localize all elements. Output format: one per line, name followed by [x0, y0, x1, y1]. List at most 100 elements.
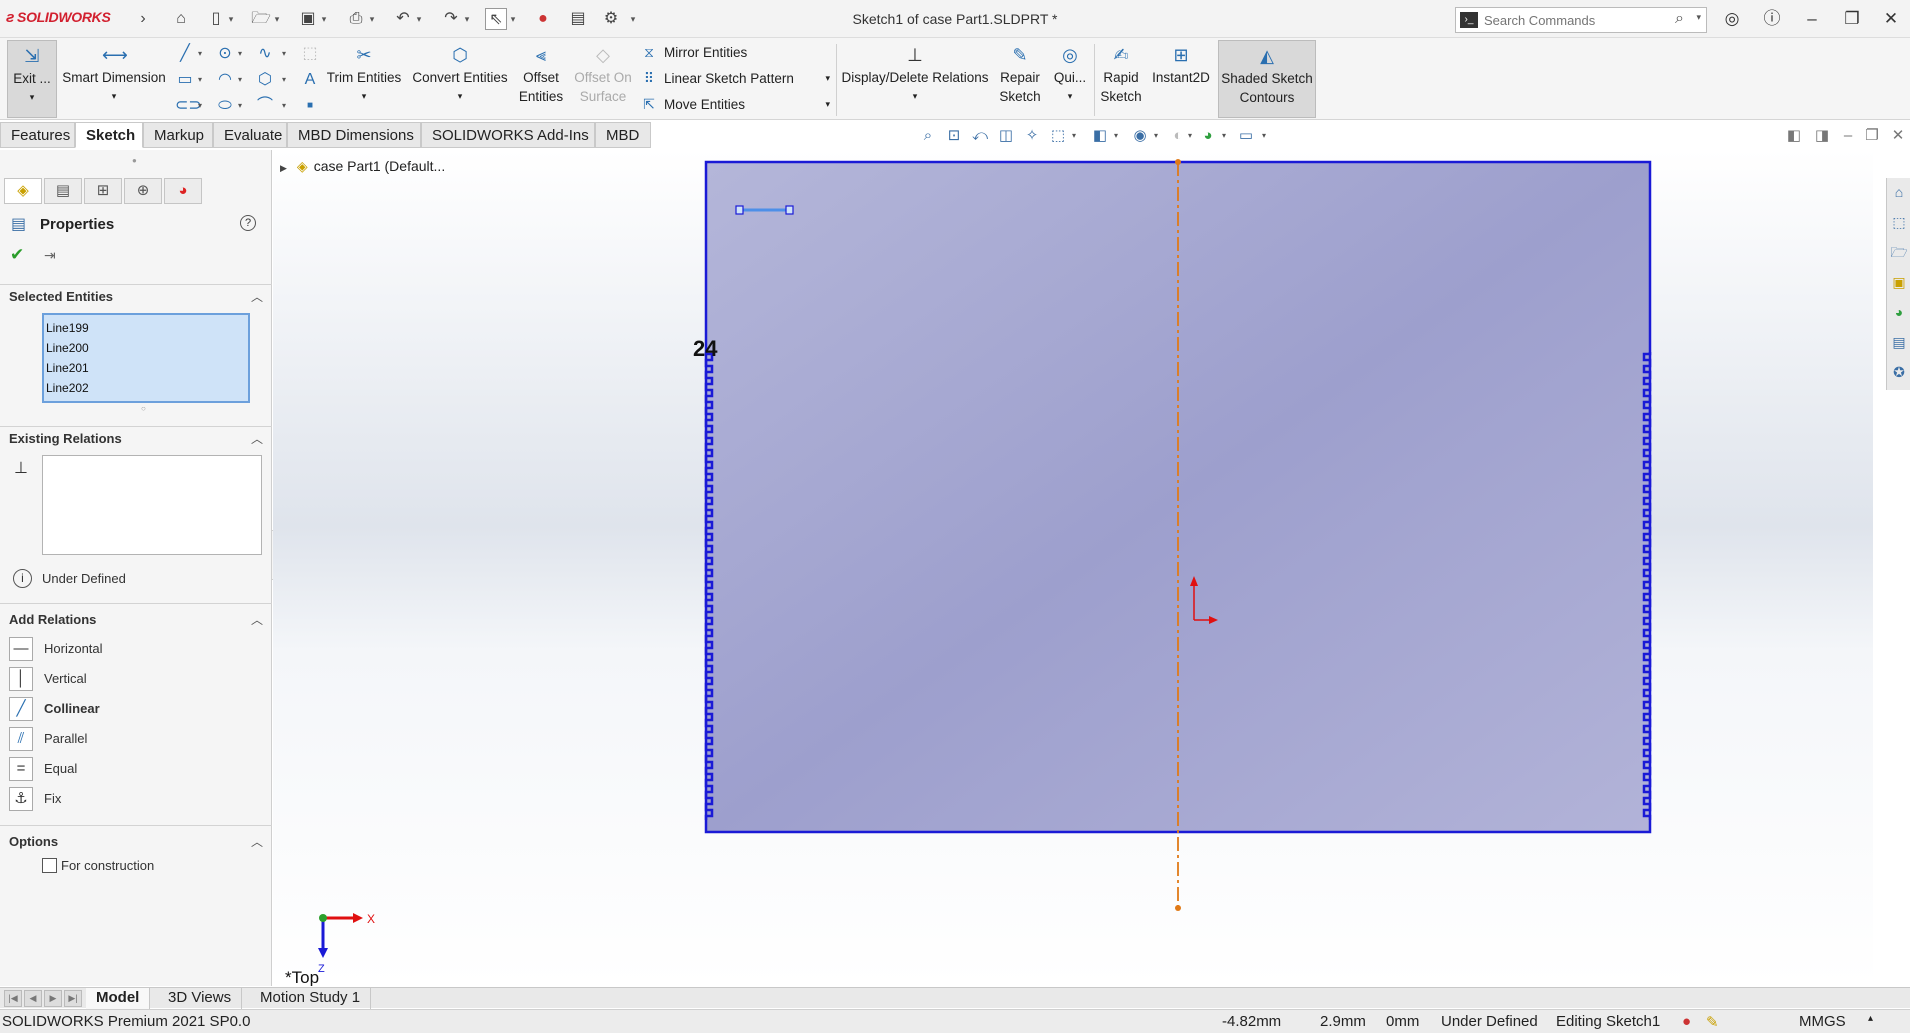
- pattern-dropdown-icon[interactable]: ▾: [825, 67, 830, 89]
- quick-snaps-button[interactable]: ◎ Qui... ▾: [1050, 40, 1090, 118]
- ok-checkmark-icon[interactable]: ✔: [10, 245, 24, 265]
- tab-features[interactable]: Features: [0, 122, 75, 148]
- circle-icon[interactable]: ⊙: [215, 44, 235, 64]
- dimxpert-manager-tab-icon[interactable]: ⊕: [124, 178, 162, 204]
- units-dropdown-icon[interactable]: ▴: [1868, 1013, 1873, 1024]
- fillet-dropdown-icon[interactable]: ▾: [282, 96, 290, 116]
- spline-dropdown-icon[interactable]: ▾: [282, 44, 290, 64]
- redo-icon[interactable]: ↷: [440, 8, 462, 30]
- tab-mbd[interactable]: MBD: [595, 122, 651, 148]
- restore-doc-icon[interactable]: ❐: [1862, 126, 1882, 146]
- previous-view-icon[interactable]: ⤺: [970, 126, 990, 146]
- ellipse-dropdown-icon[interactable]: ▾: [238, 96, 246, 116]
- shaded-sketch-contours-button[interactable]: ◭ Shaded Sketch Contours: [1218, 40, 1316, 118]
- instant2d-button[interactable]: ⊞ Instant2D: [1148, 40, 1214, 118]
- hide-show-dropdown-icon[interactable]: ▾: [1154, 126, 1158, 146]
- spline-icon[interactable]: ∿: [255, 44, 275, 64]
- tab-sketch[interactable]: Sketch: [75, 122, 143, 148]
- relations-dropdown-icon[interactable]: ▾: [840, 87, 990, 106]
- list-item[interactable]: Line199: [46, 318, 246, 338]
- print-dropdown-icon[interactable]: ▾: [367, 8, 377, 30]
- appearance-dropdown-icon[interactable]: ▾: [1188, 126, 1192, 146]
- tab-motion-study[interactable]: Motion Study 1: [250, 988, 372, 1009]
- search-dropdown-icon[interactable]: ▾: [1696, 12, 1701, 23]
- slot-dropdown-icon[interactable]: ▾: [198, 96, 206, 116]
- text-icon[interactable]: A: [300, 70, 320, 90]
- rebuild-status-icon[interactable]: ●: [1682, 1013, 1691, 1030]
- fillet-icon[interactable]: ⌒: [255, 96, 275, 116]
- smart-dimension-button[interactable]: ⟷ Smart Dimension ▾: [60, 40, 168, 118]
- tile-left-icon[interactable]: ◧: [1784, 126, 1804, 146]
- select-icon[interactable]: ⇖: [485, 8, 507, 30]
- sketch-definition-status[interactable]: Under Defined: [1441, 1013, 1538, 1030]
- smart-dimension-dropdown-icon[interactable]: ▾: [60, 87, 168, 106]
- save-dropdown-icon[interactable]: ▾: [319, 8, 329, 30]
- collapse-chevron-icon[interactable]: ︿: [251, 288, 263, 305]
- trim-dropdown-icon[interactable]: ▾: [324, 87, 404, 106]
- last-tab-icon[interactable]: ▶|: [64, 990, 82, 1007]
- minimize-doc-icon[interactable]: –: [1838, 126, 1858, 146]
- custom-properties-icon[interactable]: ▤: [1890, 332, 1908, 352]
- display-style-dropdown-icon[interactable]: ▾: [1114, 126, 1118, 146]
- convert-entities-button[interactable]: ⬡ Convert Entities ▾: [410, 40, 510, 118]
- arc-dropdown-icon[interactable]: ▾: [238, 70, 246, 90]
- polygon-icon[interactable]: ⬡: [255, 70, 275, 90]
- help-icon[interactable]: ⓘ: [1758, 7, 1786, 31]
- mirror-entities-button[interactable]: ⧖ Mirror Entities: [640, 41, 747, 63]
- ellipse-icon[interactable]: ⬭: [215, 96, 235, 116]
- file-properties-icon[interactable]: ▤: [567, 8, 589, 30]
- file-explorer-icon[interactable]: 🗁: [1890, 242, 1908, 262]
- save-icon[interactable]: ▣: [297, 8, 319, 30]
- prev-tab-icon[interactable]: ◀: [24, 990, 42, 1007]
- view-settings-icon[interactable]: ▭: [1236, 126, 1256, 146]
- zoom-to-fit-icon[interactable]: ⌕: [918, 126, 938, 146]
- select-dropdown-icon[interactable]: ▾: [508, 8, 518, 30]
- home-icon[interactable]: ⌂: [170, 8, 192, 30]
- redo-dropdown-icon[interactable]: ▾: [462, 8, 472, 30]
- tab-markup[interactable]: Markup: [143, 122, 213, 148]
- tab-evaluate[interactable]: Evaluate: [213, 122, 287, 148]
- display-manager-tab-icon[interactable]: ◕: [164, 178, 202, 204]
- panel-splitter-dot[interactable]: ●: [132, 156, 137, 165]
- view-orientation-dropdown-icon[interactable]: ▾: [1072, 126, 1076, 146]
- search-icon[interactable]: ⌕: [1675, 10, 1684, 28]
- configuration-manager-tab-icon[interactable]: ⊞: [84, 178, 122, 204]
- list-resize-handle[interactable]: ○: [141, 404, 146, 413]
- open-dropdown-icon[interactable]: ▾: [272, 8, 282, 30]
- trim-entities-button[interactable]: ✂ Trim Entities ▾: [324, 40, 404, 118]
- options-dropdown-icon[interactable]: ▾: [628, 8, 638, 30]
- tab-solidworks-addins[interactable]: SOLIDWORKS Add-Ins: [421, 122, 595, 148]
- undo-dropdown-icon[interactable]: ▾: [414, 8, 424, 30]
- apply-scene-icon[interactable]: ◕: [1198, 126, 1218, 146]
- edit-appearance-icon[interactable]: ◐: [1168, 126, 1188, 146]
- zoom-to-area-icon[interactable]: ⊡: [944, 126, 964, 146]
- restore-icon[interactable]: ❐: [1838, 7, 1866, 31]
- polygon-dropdown-icon[interactable]: ▾: [282, 70, 290, 90]
- open-icon[interactable]: 🗁: [250, 8, 272, 30]
- list-item[interactable]: Line202: [46, 378, 246, 398]
- search-commands[interactable]: ›_ ⌕ ▾: [1455, 7, 1707, 33]
- first-tab-icon[interactable]: |◀: [4, 990, 22, 1007]
- section-view-icon[interactable]: ◫: [996, 126, 1016, 146]
- property-manager-tab-icon[interactable]: ▤: [44, 178, 82, 204]
- graphics-canvas[interactable]: 24 X Z *Top: [273, 150, 1873, 987]
- account-icon[interactable]: ◎: [1718, 7, 1746, 31]
- view-palette-icon[interactable]: ▣: [1890, 272, 1908, 292]
- tab-model[interactable]: Model: [86, 988, 151, 1009]
- design-library-icon[interactable]: ⬚: [1890, 212, 1908, 232]
- dynamic-annotation-icon[interactable]: ✧: [1022, 126, 1042, 146]
- pushpin-icon[interactable]: ⇥: [44, 247, 56, 264]
- line-endpoint-handle[interactable]: [735, 205, 744, 215]
- for-construction-checkbox[interactable]: [42, 858, 57, 873]
- minimize-icon[interactable]: –: [1798, 7, 1826, 31]
- forum-icon[interactable]: ✪: [1890, 362, 1908, 382]
- search-input[interactable]: [1484, 11, 1664, 29]
- centerline-endpoint[interactable]: [1175, 905, 1181, 911]
- feature-tree-root[interactable]: ▶ ◈ case Part1 (Default...: [280, 158, 445, 175]
- graphics-area[interactable]: 24 X Z *Top: [273, 150, 1873, 987]
- list-item[interactable]: Line200: [46, 338, 246, 358]
- centerline-endpoint[interactable]: [1175, 159, 1181, 165]
- line-icon[interactable]: ╱: [175, 44, 195, 64]
- move-entities-button[interactable]: ⇱ Move Entities ▾: [640, 93, 830, 115]
- offset-entities-button[interactable]: ⫷ Offset Entities: [515, 40, 567, 118]
